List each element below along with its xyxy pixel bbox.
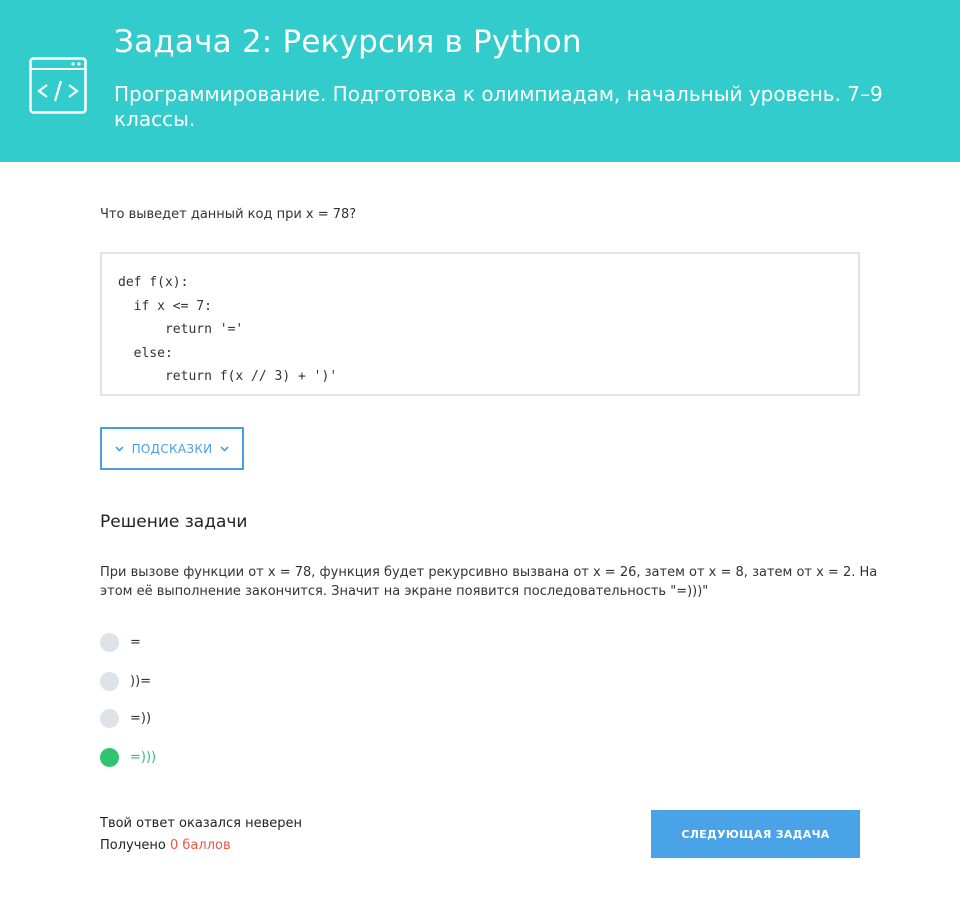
result-message: Твой ответ оказался неверен [100, 816, 302, 831]
solution-title: Решение задачи [100, 512, 248, 532]
page-title: Задача 2: Рекурсия в Python [114, 24, 582, 60]
code-window-icon [29, 57, 87, 114]
radio-button-selected[interactable] [100, 747, 119, 767]
hints-button[interactable]: ПОДСКАЗКИ [100, 427, 244, 470]
code-block: def f(x): if x <= 7: return '=' else: re… [100, 252, 860, 396]
radio-button[interactable] [100, 632, 119, 652]
next-task-button[interactable]: СЛЕДУЮЩАЯ ЗАДАЧА [651, 810, 860, 858]
answer-option[interactable]: =))) [100, 746, 156, 768]
code-line: def f(x): [118, 275, 189, 290]
answer-option[interactable]: =)) [100, 707, 151, 729]
answer-option-label: = [130, 634, 141, 650]
answer-option[interactable]: = [100, 631, 141, 653]
score-prefix: Получено [100, 838, 166, 853]
answer-option-label: ))= [130, 673, 152, 689]
score-line: Получено 0 баллов [100, 835, 302, 857]
answer-option[interactable]: ))= [100, 670, 151, 692]
chevron-down-icon [115, 445, 124, 452]
code-line: if x <= 7: [118, 298, 212, 314]
task-header: Задача 2: Рекурсия в Python Программиров… [0, 0, 960, 162]
hints-button-label: ПОДСКАЗКИ [131, 441, 213, 456]
radio-button[interactable] [100, 708, 119, 728]
answer-option-label: =))) [130, 749, 157, 765]
code-line: else: [118, 345, 173, 361]
code-line: return '=' [118, 322, 244, 337]
code-line: return f(x // 3) + ')' [118, 369, 338, 384]
score-value: 0 баллов [170, 838, 231, 853]
chevron-down-icon [220, 445, 229, 452]
page-subtitle: Программирование. Подготовка к олимпиада… [114, 82, 883, 131]
question-text: Что выведет данный код при x = 78? [100, 207, 357, 222]
solution-text: При вызове функции от x = 78, функция бу… [100, 565, 878, 599]
radio-button[interactable] [100, 671, 119, 691]
answer-option-label: =)) [130, 710, 152, 726]
result-summary: Твой ответ оказался неверен Получено 0 б… [100, 813, 302, 857]
